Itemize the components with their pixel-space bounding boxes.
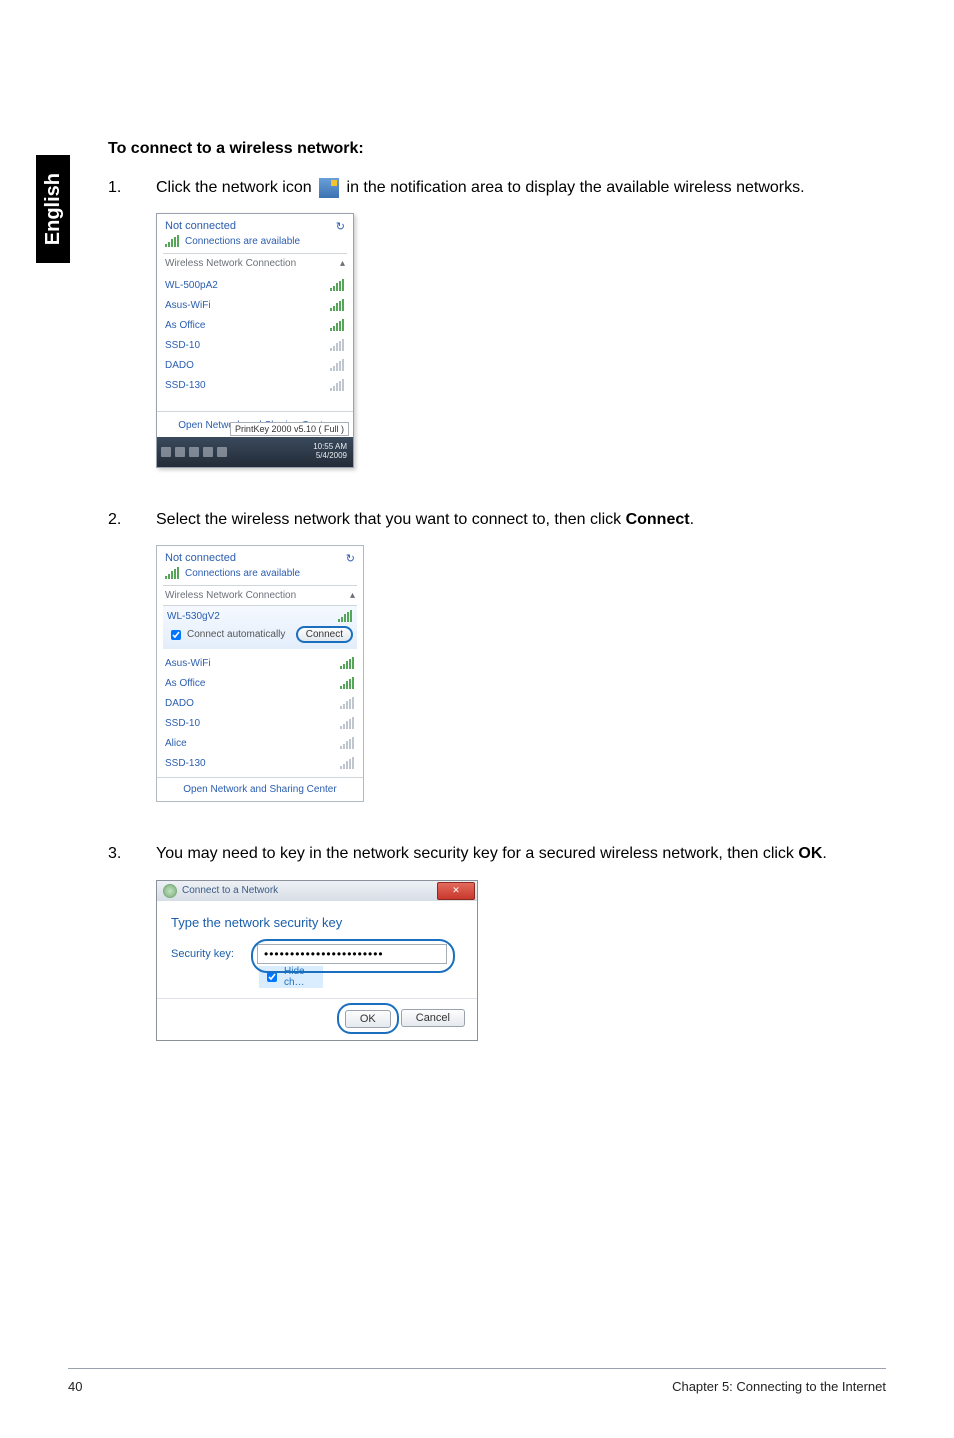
section-heading: To connect to a wireless network: — [108, 140, 898, 158]
network-tray-icon — [319, 178, 339, 198]
network-item[interactable]: SSD-130 — [165, 753, 355, 773]
page-footer: 40 Chapter 5: Connecting to the Internet — [68, 1368, 886, 1394]
collapse-icon[interactable]: ▴ — [340, 258, 345, 269]
signal-bars-icon — [330, 299, 345, 311]
signal-bars-icon — [330, 379, 345, 391]
step-2-bold: Connect — [626, 511, 690, 528]
network-item[interactable]: Alice — [165, 733, 355, 753]
signal-bars-icon — [330, 339, 345, 351]
taskbar-icon[interactable] — [175, 447, 185, 457]
step-2-text-post: . — [690, 511, 694, 528]
taskbar: PrintKey 2000 v5.10 ( Full ) 10:55 AM 5/… — [157, 437, 353, 467]
open-network-center-link[interactable]: Open Network and Sharing Center — [157, 777, 363, 801]
refresh-icon[interactable]: ↻ — [336, 220, 345, 233]
signal-bars-icon — [340, 657, 355, 669]
network-item[interactable]: Asus-WiFi — [165, 653, 355, 673]
step-number: 1. — [108, 176, 156, 199]
network-item[interactable]: WL-500pA2 — [165, 275, 345, 295]
taskbar-tooltip: PrintKey 2000 v5.10 ( Full ) — [230, 422, 349, 436]
ok-button[interactable]: OK — [345, 1010, 391, 1028]
security-key-input[interactable] — [257, 944, 447, 964]
security-key-dialog: Connect to a Network Type the network se… — [156, 880, 478, 1041]
signal-bars-icon — [340, 697, 355, 709]
section-label: Wireless Network Connection — [165, 258, 296, 269]
hide-characters-checkbox[interactable]: Hide ch… — [259, 966, 323, 988]
status-not-connected: Not connected — [165, 220, 236, 232]
step-3-text-pre: You may need to key in the network secur… — [156, 845, 798, 862]
screenshot-2: Not connected ↻ Connections are availabl… — [156, 545, 898, 802]
status-not-connected: Not connected — [165, 552, 236, 565]
close-button[interactable] — [437, 882, 475, 900]
cancel-button[interactable]: Cancel — [401, 1009, 465, 1027]
dialog-icon — [163, 884, 177, 898]
section-label: Wireless Network Connection — [165, 590, 296, 601]
taskbar-icon[interactable] — [189, 447, 199, 457]
step-3-text-post: . — [822, 845, 826, 862]
signal-bars-icon — [340, 757, 355, 769]
signal-bars-icon — [340, 677, 355, 689]
refresh-icon[interactable]: ↻ — [346, 552, 355, 565]
signal-bars-icon — [340, 717, 355, 729]
wifi-popup-connect: Not connected ↻ Connections are availabl… — [156, 545, 364, 802]
network-item[interactable]: SSD-10 — [165, 713, 355, 733]
step-2-text-pre: Select the wireless network that you wan… — [156, 511, 626, 528]
connect-button[interactable]: Connect — [296, 626, 353, 643]
selected-network[interactable]: WL-530gV2 Connect automatically Connect — [163, 605, 357, 649]
taskbar-clock[interactable]: 10:55 AM 5/4/2009 — [313, 443, 349, 461]
step-1: 1. Click the network icon in the notific… — [108, 176, 898, 199]
step-1-text-post: in the notification area to display the … — [347, 179, 805, 196]
network-item[interactable]: DADO — [165, 355, 345, 375]
language-tab: English — [36, 155, 70, 263]
step-3: 3. You may need to key in the network se… — [108, 842, 898, 865]
wifi-popup: Not connected ↻ Connections are availabl… — [156, 213, 354, 468]
screenshot-3: Connect to a Network Type the network se… — [156, 880, 898, 1041]
taskbar-icon[interactable] — [217, 447, 227, 457]
network-item[interactable]: As Office — [165, 673, 355, 693]
network-item[interactable]: SSD-130 — [165, 375, 345, 395]
collapse-icon[interactable]: ▴ — [350, 590, 355, 601]
chapter-label: Chapter 5: Connecting to the Internet — [672, 1379, 886, 1394]
signal-bars-icon — [340, 737, 355, 749]
connections-available: Connections are available — [185, 236, 300, 247]
signal-bars-icon — [330, 359, 345, 371]
step-2: 2. Select the wireless network that you … — [108, 508, 898, 531]
connections-available: Connections are available — [185, 568, 300, 579]
network-item[interactable]: As Office — [165, 315, 345, 335]
network-item[interactable]: Asus-WiFi — [165, 295, 345, 315]
step-1-text-pre: Click the network icon — [156, 179, 312, 196]
screenshot-1: Not connected ↻ Connections are availabl… — [156, 213, 898, 468]
step-3-bold: OK — [798, 845, 822, 862]
step-number: 2. — [108, 508, 156, 531]
signal-bars-icon — [330, 279, 345, 291]
signal-bars-icon — [165, 567, 180, 579]
network-item[interactable]: DADO — [165, 693, 355, 713]
taskbar-icon[interactable] — [203, 447, 213, 457]
page-number: 40 — [68, 1379, 82, 1394]
dialog-title: Connect to a Network — [182, 885, 278, 896]
step-number: 3. — [108, 842, 156, 865]
taskbar-icon[interactable] — [161, 447, 171, 457]
security-key-label: Security key: — [171, 948, 245, 960]
selected-network-name: WL-530gV2 — [167, 611, 220, 622]
dialog-heading: Type the network security key — [171, 915, 463, 930]
signal-bars-icon — [165, 235, 180, 247]
signal-bars-icon — [330, 319, 345, 331]
connect-automatically-checkbox[interactable]: Connect automatically — [167, 627, 285, 643]
network-item[interactable]: SSD-10 — [165, 335, 345, 355]
signal-bars-icon — [338, 610, 353, 622]
